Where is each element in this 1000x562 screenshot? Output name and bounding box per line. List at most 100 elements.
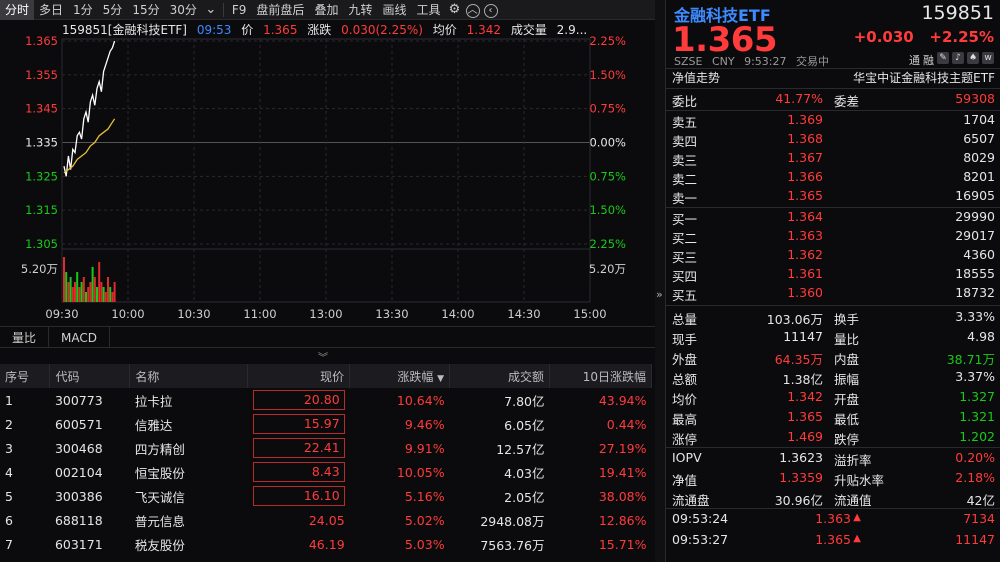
price-value: 22.41 [252,438,345,458]
cell-10day: 19.41% [598,464,647,480]
cell-change: 5.03% [404,536,445,552]
y-tick-label: 1.345 [25,102,58,116]
cell-code: 002104 [54,464,103,480]
volume-bar [76,272,79,302]
bid-label: 买四 [672,269,698,284]
ask-row[interactable]: 卖五 1.369 1704 [672,112,995,131]
header-no[interactable]: 序号 [0,364,51,388]
cell-change: 9.91% [404,440,445,456]
cell-no: 4 [5,464,13,480]
volume-bar [69,277,72,302]
stat-value: 1.3623 [779,450,823,465]
wp-icon[interactable]: w [982,52,994,64]
cell-price: 16.10 [248,484,350,508]
tab-intraday[interactable]: 分时 [0,0,35,20]
header-price[interactable]: 现价 [247,364,351,388]
bid-price: 1.363 [787,228,823,243]
ask-row[interactable]: 卖一 1.365 16905 [672,188,995,207]
ask-row[interactable]: 卖四 1.368 6507 [672,131,995,150]
divider [666,207,1000,208]
stat-label: 涨停 [672,432,698,447]
tab-multi-day[interactable]: 多日 [34,0,68,20]
volume-bar [96,287,98,302]
intraday-chart[interactable]: 159851[金融科技ETF] 09:53 价 1.365 涨跌 0.030(2… [0,21,655,323]
stat-label: 最低 [834,412,860,427]
stat-label: 开盘 [834,392,860,407]
tab-15min[interactable]: 15分 [127,0,164,20]
tools-button[interactable]: 工具 [411,0,445,20]
header-amount[interactable]: 成交额 [449,364,551,388]
nine-turn-button[interactable]: 九转 [343,0,377,20]
volume-tick-label: 5.20万 [21,262,58,276]
chevron-up-icon[interactable]: ︿ [464,0,482,20]
volume-bar [85,292,87,302]
volume-bar [74,282,76,302]
bid-row[interactable]: 买二 1.363 29017 [672,228,995,247]
cell-change: 9.46% [404,416,445,432]
volume-bar [98,262,101,302]
tab-1min[interactable]: 1分 [68,0,98,20]
table-row[interactable]: 4 002104 恒宝股份 8.43 10.05% 4.03亿 19.41% [0,460,652,484]
cell-10day: 0.44% [606,416,647,432]
chevron-left-icon[interactable]: ‹ [482,0,500,20]
bid-row[interactable]: 买四 1.361 18555 [672,266,995,285]
stat-value: 2.18% [955,470,995,485]
gear-icon[interactable]: ⚙ [446,0,464,20]
header-code[interactable]: 代码 [49,364,131,388]
tab-volume-ratio[interactable]: 量比 [0,327,50,347]
chevron-down-icon[interactable]: ⌄ [202,0,220,20]
x-tick-label: 13:00 [309,307,342,321]
table-row[interactable]: 1 300773 拉卡拉 20.80 10.64% 7.80亿 43.94% [0,388,652,412]
etf-code: 159851 [921,2,994,24]
cell-code: 600571 [54,416,103,432]
stat-value: 42亿 [966,493,995,508]
header-name[interactable]: 名称 [129,364,249,388]
volume-bar [102,287,105,302]
table-row[interactable]: 3 300468 四方精创 22.41 9.91% 12.57亿 27.19% [0,436,652,460]
stat-value: 1.202 [959,429,995,444]
weicha-value: 59308 [955,91,995,106]
x-tick-label: 11:00 [243,307,276,321]
tab-30min[interactable]: 30分 [165,0,202,20]
table-row[interactable]: 6 688118 普元信息 24.05 5.02% 2948.08万 12.86… [0,508,652,532]
ask-price: 1.365 [787,188,823,203]
bid-row[interactable]: 买三 1.362 4360 [672,247,995,266]
table-row[interactable]: 5 300386 飞天诚信 16.10 5.16% 2.05亿 38.08% [0,484,652,508]
constituent-table: 序号 代码 名称 现价 涨跌幅 ▼ 成交额 10日涨跌幅 1 300773 拉卡… [0,364,652,556]
ask-label: 卖二 [672,172,698,187]
overlay-button[interactable]: 叠加 [309,0,343,20]
table-row[interactable]: 2 600571 信雅达 15.97 9.46% 6.05亿 0.44% [0,412,652,436]
alert-icon[interactable]: ♪ [952,52,964,64]
chevron-right-icon[interactable]: » [656,288,663,301]
stat-label: 净值 [672,473,698,488]
ask-row[interactable]: 卖二 1.366 8201 [672,169,995,188]
divider [666,88,1000,89]
table-row[interactable]: 7 603171 税友股份 46.19 5.03% 7563.76万 15.71… [0,532,652,556]
edit-icon[interactable]: ✎ [937,52,949,64]
ask-volume: 8029 [963,150,995,165]
header-change[interactable]: 涨跌幅 ▼ [349,364,451,388]
premarket-button[interactable]: 盘前盘后 [251,0,309,20]
bid-row[interactable]: 买一 1.364 29990 [672,209,995,228]
stat-label: 换手 [834,312,860,327]
volume-bar [63,257,65,302]
header-10day[interactable]: 10日涨跌幅 [549,364,652,388]
etf-meta: SZSE CNY 9:53:27 交易中 [674,53,835,69]
panel-splitter[interactable]: » [655,0,665,562]
expand-down-icon[interactable]: ︾ [318,349,328,364]
stat-value: 11147 [783,329,823,344]
tab-5min[interactable]: 5分 [98,0,128,20]
f9-button[interactable]: F9 [227,0,252,20]
cell-price: 8.43 [248,460,350,484]
ask-label: 卖三 [672,153,698,168]
stat-value: 64.35万 [774,352,823,367]
tab-macd[interactable]: MACD [49,327,110,347]
draw-line-button[interactable]: 画线 [377,0,411,20]
header-change-label: 涨跌幅 [397,369,434,384]
bid-row[interactable]: 买五 1.360 18732 [672,285,995,304]
cell-no: 6 [5,512,13,528]
etf-change-pct: +2.25% [929,28,994,46]
bell-icon[interactable]: ♠ [967,52,979,64]
nav-trend-link[interactable]: 净值走势 [672,69,720,86]
ask-row[interactable]: 卖三 1.367 8029 [672,150,995,169]
